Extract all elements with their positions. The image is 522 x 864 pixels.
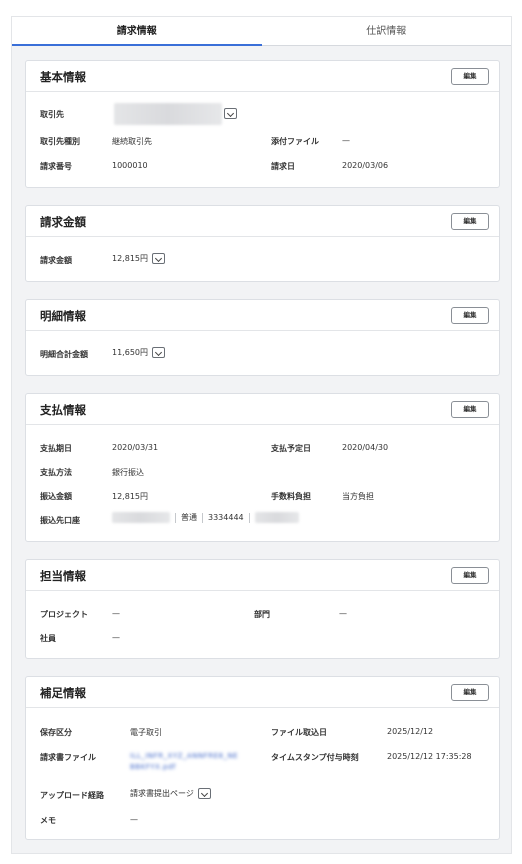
invoice-number-value: 1000010	[112, 161, 148, 170]
invoice-date-label: 請求日	[271, 162, 295, 171]
payment-title: 支払情報	[40, 403, 86, 417]
department-value: —	[339, 609, 347, 618]
supplement-title: 補足情報	[40, 686, 86, 700]
project-value: —	[112, 609, 120, 618]
supplement-card: 補足情報 編集 保存区分 電子取引 ファイル取込日 2025/12/12 請求書…	[25, 676, 500, 840]
bank-name-redacted	[112, 512, 170, 523]
storage-type-label: 保存区分	[40, 728, 72, 737]
amount-title: 請求金額	[40, 215, 86, 229]
payment-header: 支払情報 編集	[26, 394, 499, 425]
invoice-file-name-line2: BBKFYX.pdf	[130, 763, 176, 771]
payment-card: 支払情報 編集 支払期日 2020/03/31 支払予定日 2020/04/30…	[25, 393, 500, 542]
employee-label: 社員	[40, 634, 56, 643]
partner-value-redacted	[114, 103, 222, 125]
memo-label: メモ	[40, 816, 56, 825]
basic-info-card: 基本情報 編集 取引先 取引先種別 継続取引先 添付ファイル — 請求番号 10…	[25, 60, 500, 188]
tab-bar: 請求情報 仕訳情報	[12, 17, 511, 46]
memo-value: —	[130, 815, 138, 824]
detail-header: 明細情報 編集	[26, 300, 499, 331]
due-date-label: 支払期日	[40, 444, 72, 453]
owner-header: 担当情報 編集	[26, 560, 499, 591]
storage-type-value: 電子取引	[130, 728, 162, 737]
owner-card: 担当情報 編集 プロジェクト — 部門 — 社員 —	[25, 559, 500, 659]
partner-type-label: 取引先種別	[40, 137, 80, 146]
payment-edit-button[interactable]: 編集	[451, 401, 489, 418]
detail-title: 明細情報	[40, 309, 86, 323]
upload-route-dropdown-toggle[interactable]	[197, 788, 211, 799]
timestamp-label: タイムスタンプ付与時刻	[271, 753, 359, 762]
detail-dropdown-toggle[interactable]	[152, 347, 165, 358]
payment-method-label: 支払方法	[40, 468, 72, 477]
planned-date-label: 支払予定日	[271, 444, 311, 453]
account-holder-redacted	[254, 512, 299, 523]
employee-value: —	[112, 633, 120, 642]
partner-row: 取引先	[40, 109, 64, 120]
owner-edit-button[interactable]: 編集	[451, 567, 489, 584]
supplement-header: 補足情報 編集	[26, 677, 499, 708]
amount-value: 12,815円	[112, 254, 148, 263]
upload-route-value: 請求書提出ページ	[130, 789, 194, 798]
planned-date-value: 2020/04/30	[342, 443, 389, 452]
supplement-edit-button[interactable]: 編集	[451, 684, 489, 701]
invoice-file-link[interactable]: ILL_INFR_XYZ_ANNFRE8_NE BBKFYX.pdf	[130, 751, 238, 773]
invoice-date-value: 2020/03/06	[342, 161, 389, 170]
account-number-value: 3334444	[208, 513, 244, 522]
amount-card: 請求金額 編集 請求金額 12,815円	[25, 205, 500, 282]
bank-account-value: 普通 3334444	[112, 512, 299, 523]
invoice-number-label: 請求番号	[40, 162, 72, 171]
invoice-detail-panel: 請求情報 仕訳情報 基本情報 編集 取引先 取引先種別 継続取引先 添付ファイル…	[11, 16, 512, 854]
attachment-label: 添付ファイル	[271, 137, 319, 146]
partner-type-value: 継続取引先	[112, 137, 152, 146]
invoice-file-label: 請求書ファイル	[40, 753, 96, 762]
basic-info-edit-button[interactable]: 編集	[451, 68, 489, 85]
transfer-amount-label: 振込金額	[40, 492, 72, 501]
file-import-date-label: ファイル取込日	[271, 728, 327, 737]
invoice-file-name-line1: ILL_INFR_XYZ_ANNFRE8_NE	[130, 752, 239, 760]
detail-total-label: 明細合計金額	[40, 350, 88, 359]
basic-info-title: 基本情報	[40, 70, 86, 84]
upload-route-label: アップロード経路	[40, 791, 104, 800]
partner-dropdown-toggle[interactable]	[224, 108, 237, 119]
account-type-value: 普通	[181, 513, 197, 522]
transfer-amount-value: 12,815円	[112, 492, 148, 501]
amount-label: 請求金額	[40, 256, 72, 265]
due-date-value: 2020/03/31	[112, 443, 159, 452]
detail-edit-button[interactable]: 編集	[451, 307, 489, 324]
amount-header: 請求金額 編集	[26, 206, 499, 237]
tab-invoice-info[interactable]: 請求情報	[12, 17, 262, 46]
project-label: プロジェクト	[40, 610, 88, 619]
partner-label: 取引先	[40, 110, 64, 119]
fee-bearer-value: 当方負担	[342, 492, 374, 501]
timestamp-value: 2025/12/12 17:35:28	[387, 752, 472, 761]
owner-title: 担当情報	[40, 569, 86, 583]
basic-info-header: 基本情報 編集	[26, 61, 499, 92]
payment-method-value: 銀行振込	[112, 468, 144, 477]
detail-card: 明細情報 編集 明細合計金額 11,650円	[25, 299, 500, 376]
amount-edit-button[interactable]: 編集	[451, 213, 489, 230]
bank-account-label: 振込先口座	[40, 516, 80, 525]
tab-journal-info[interactable]: 仕訳情報	[262, 17, 512, 45]
file-import-date-value: 2025/12/12	[387, 727, 434, 736]
attachment-value: —	[342, 136, 350, 145]
fee-bearer-label: 手数料負担	[271, 492, 311, 501]
amount-dropdown-toggle[interactable]	[152, 253, 165, 264]
detail-total-value: 11,650円	[112, 348, 148, 357]
department-label: 部門	[254, 610, 270, 619]
